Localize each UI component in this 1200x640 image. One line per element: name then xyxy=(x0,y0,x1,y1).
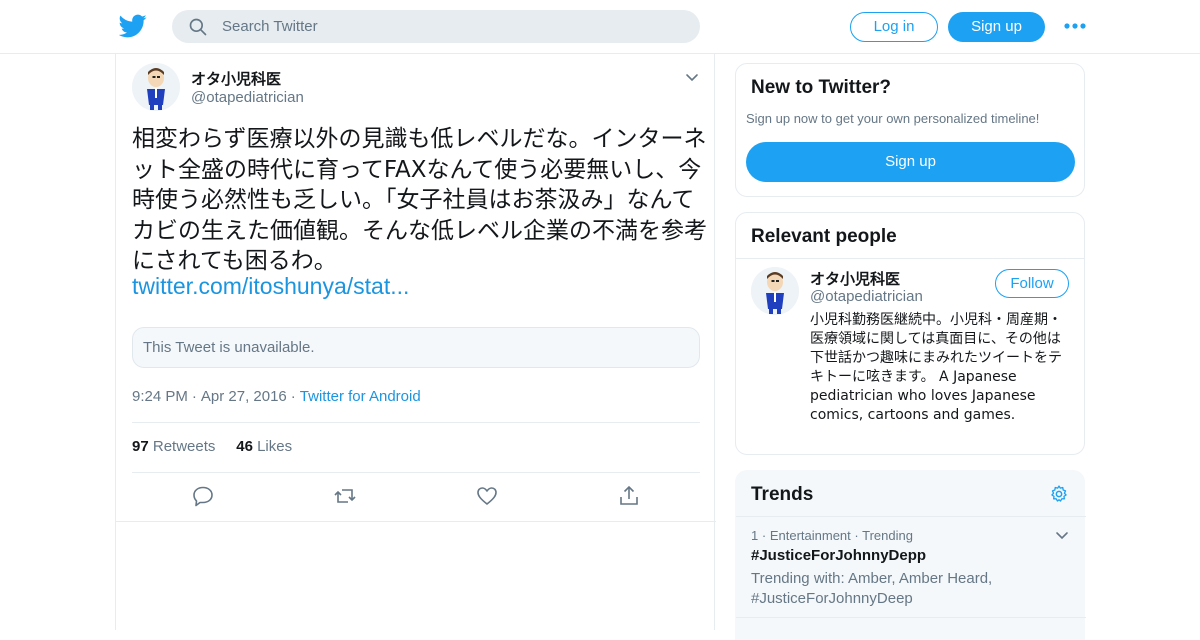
trend-kind: Trending xyxy=(862,528,913,543)
retweet-icon[interactable] xyxy=(333,484,357,508)
trend-category: Entertainment xyxy=(769,528,851,543)
share-icon[interactable] xyxy=(617,484,641,508)
divider xyxy=(116,521,716,522)
person-name[interactable]: オタ小児科医 xyxy=(810,268,900,289)
author-name[interactable]: オタ小児科医 xyxy=(191,68,281,89)
new-to-twitter-card: New to Twitter? Sign up now to get your … xyxy=(735,63,1085,197)
trends-card: Trends 1 · Entertainment · Trending #Jus… xyxy=(735,470,1086,640)
reply-icon[interactable] xyxy=(191,484,215,508)
divider xyxy=(736,617,1086,618)
tweet-meta: 9:24 PM · Apr 27, 2016 · Twitter for Android xyxy=(132,388,421,405)
signup-cta-button[interactable]: Sign up xyxy=(746,142,1075,182)
tweet-link[interactable]: twitter.com/itoshunya/stat... xyxy=(132,273,409,300)
retweets-label: Retweets xyxy=(152,438,216,455)
separator-dot: · xyxy=(290,388,296,405)
search-box[interactable] xyxy=(172,10,700,43)
top-bar: Log in Sign up xyxy=(0,0,1200,54)
tweet-column: オタ小児科医 @otapediatrician 相変わらず医療以外の見識も低レベ… xyxy=(115,54,716,630)
divider xyxy=(132,422,700,423)
chevron-down-icon[interactable] xyxy=(684,70,700,86)
separator-dot: · xyxy=(761,528,767,543)
avatar-illustration xyxy=(751,267,799,315)
chevron-down-icon[interactable] xyxy=(1054,528,1070,544)
trend-rank: 1 xyxy=(751,528,759,543)
quoted-tweet-unavailable: This Tweet is unavailable. xyxy=(132,327,700,368)
card-title: Trends xyxy=(751,484,814,505)
retweets-count: 97 xyxy=(132,438,149,455)
retweets-stat[interactable]: 97 Retweets xyxy=(132,438,215,455)
person-handle[interactable]: @otapediatrician xyxy=(810,288,923,305)
tweet-time[interactable]: 9:24 PM xyxy=(132,388,188,405)
signup-button[interactable]: Sign up xyxy=(948,12,1045,42)
relevant-people-card: Relevant people オタ小児科医 @otapediatrician … xyxy=(735,212,1085,455)
card-title: New to Twitter? xyxy=(751,77,892,98)
divider xyxy=(132,472,700,473)
author-handle[interactable]: @otapediatrician xyxy=(191,89,304,106)
search-input[interactable] xyxy=(222,10,682,43)
avatar[interactable] xyxy=(751,267,799,315)
separator-dot: · xyxy=(191,388,197,405)
tweet-text: 相変わらず医療以外の見識も低レベルだな。インターネット全盛の時代に育ってFAXな… xyxy=(132,126,707,274)
more-dots-icon[interactable] xyxy=(1063,17,1087,35)
divider xyxy=(736,516,1086,517)
likes-count: 46 xyxy=(236,438,253,455)
tweet-source[interactable]: Twitter for Android xyxy=(300,388,421,405)
tweet-stats: 97 Retweets 46 Likes xyxy=(132,438,292,455)
follow-button[interactable]: Follow xyxy=(995,269,1069,298)
person-bio: 小児科勤務医継続中。小児科・周産期・医療領域に関しては真面目に、その他は下世話か… xyxy=(810,312,1062,423)
likes-label: Likes xyxy=(257,438,293,455)
heart-icon[interactable] xyxy=(475,484,499,508)
tweet-date[interactable]: Apr 27, 2016 xyxy=(201,388,287,405)
avatar-illustration xyxy=(132,63,180,111)
trend-with: Trending with: Amber, Amber Heard, #Just… xyxy=(751,570,993,607)
tweet-actions xyxy=(116,484,716,510)
card-subtitle: Sign up now to get your own personalized… xyxy=(746,111,1040,126)
trend-hashtag[interactable]: #JusticeForJohnnyDepp xyxy=(751,547,926,564)
search-icon xyxy=(189,18,207,36)
separator-dot: · xyxy=(854,528,859,543)
gear-icon[interactable] xyxy=(1049,484,1069,504)
divider xyxy=(736,258,1084,259)
card-title: Relevant people xyxy=(751,226,897,247)
likes-stat[interactable]: 46 Likes xyxy=(236,438,292,455)
twitter-bird-icon[interactable] xyxy=(119,12,147,40)
avatar[interactable] xyxy=(132,63,180,111)
trend-meta: 1 · Entertainment · Trending xyxy=(751,528,913,543)
login-button[interactable]: Log in xyxy=(850,12,938,42)
